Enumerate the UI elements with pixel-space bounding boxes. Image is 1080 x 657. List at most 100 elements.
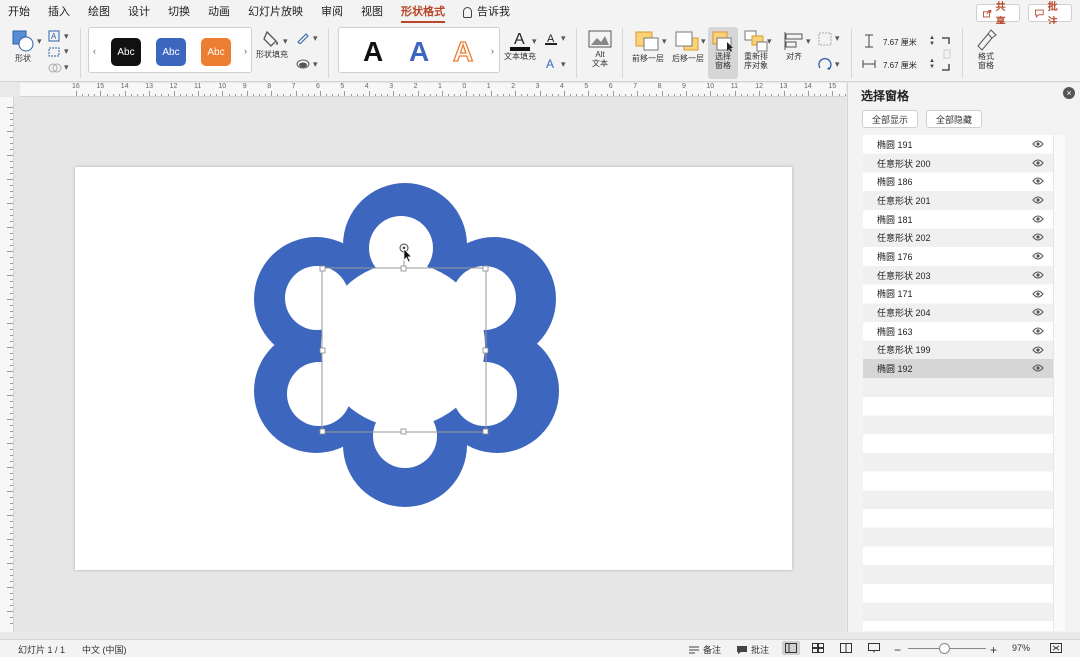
chevron-down-icon[interactable]: ▾ [835, 33, 840, 44]
resize-handle[interactable] [319, 428, 326, 435]
zoom-in-button[interactable]: + [990, 643, 997, 657]
menu-review[interactable]: 审阅 [321, 0, 343, 24]
menu-transitions[interactable]: 切换 [168, 0, 190, 24]
eye-icon[interactable] [1032, 196, 1044, 206]
tell-me[interactable]: 告诉我 [463, 0, 510, 24]
chevron-down-icon[interactable]: ▾ [64, 62, 69, 73]
text-outline-icon[interactable]: A [544, 32, 558, 46]
eye-icon[interactable] [1032, 327, 1044, 337]
chevron-down-icon[interactable]: ▾ [561, 59, 566, 70]
wordart-blue[interactable]: A [409, 36, 429, 68]
selection-list-item[interactable]: 任意形状 203 [863, 266, 1053, 285]
shape-dropdown-icon[interactable]: ▾ [37, 36, 42, 47]
selection-list-item[interactable]: 椭圆 163 [863, 322, 1053, 341]
chevron-down-icon[interactable]: ▾ [662, 36, 667, 47]
insert-shape-button[interactable]: 形状 [6, 28, 40, 63]
resize-handle[interactable] [400, 265, 407, 272]
chevron-down-icon[interactable]: ▾ [64, 46, 69, 57]
normal-view-button[interactable] [782, 641, 800, 655]
shape-style-black[interactable]: Abc [111, 38, 141, 66]
edit-text-icon[interactable]: A [48, 30, 62, 42]
chevron-down-icon[interactable]: ▾ [64, 31, 69, 42]
eye-icon[interactable] [1032, 290, 1044, 300]
alt-text-button[interactable]: Alt 文本 [583, 30, 617, 68]
gallery-next-icon[interactable]: › [244, 46, 247, 56]
hide-all-button[interactable]: 全部隐藏 [926, 110, 982, 128]
shape-style-orange[interactable]: Abc [201, 38, 231, 66]
show-all-button[interactable]: 全部显示 [862, 110, 918, 128]
reading-view-button[interactable] [840, 643, 852, 653]
menu-view[interactable]: 视图 [361, 0, 383, 24]
chevron-down-icon[interactable]: ▾ [767, 36, 772, 47]
lock-aspect-icon[interactable] [940, 36, 952, 72]
zoom-out-button[interactable]: − [894, 643, 901, 657]
eye-icon[interactable] [1032, 346, 1044, 356]
fit-slide-button[interactable] [1050, 643, 1062, 653]
close-icon[interactable]: × [1063, 87, 1075, 99]
chevron-down-icon[interactable]: ▾ [313, 59, 318, 70]
eye-icon[interactable] [1032, 140, 1044, 150]
gallery-prev-icon[interactable]: ‹ [93, 46, 96, 56]
cutout-center[interactable] [321, 263, 485, 427]
eye-icon[interactable] [1032, 252, 1044, 262]
menu-home[interactable]: 开始 [8, 0, 30, 24]
chevron-down-icon[interactable]: ▾ [701, 36, 706, 47]
eye-icon[interactable] [1032, 159, 1044, 169]
selection-list-item[interactable]: 椭圆 176 [863, 247, 1053, 266]
chevron-down-icon[interactable]: ▾ [561, 33, 566, 44]
notes-button[interactable]: 备注 [688, 643, 721, 656]
resize-handle[interactable] [482, 428, 489, 435]
selection-list-item[interactable]: 任意形状 202 [863, 228, 1053, 247]
selection-list-item[interactable]: 椭圆 192 [863, 359, 1053, 378]
eye-icon[interactable] [1032, 271, 1044, 281]
selection-list-item[interactable]: 任意形状 201 [863, 191, 1053, 210]
chevron-down-icon[interactable]: ▾ [835, 59, 840, 70]
chevron-down-icon[interactable]: ▾ [806, 36, 811, 47]
edit-shape-icon[interactable] [48, 46, 62, 58]
shape-outline-icon[interactable] [296, 32, 310, 44]
flower-shape-group[interactable] [75, 167, 792, 570]
menu-draw[interactable]: 绘图 [88, 0, 110, 24]
shape-effects-icon[interactable] [296, 58, 310, 70]
chevron-down-icon[interactable]: ▾ [283, 36, 288, 47]
slide[interactable] [75, 167, 792, 570]
selection-list-item[interactable]: 椭圆 181 [863, 210, 1053, 229]
eye-icon[interactable] [1032, 308, 1044, 318]
eye-icon[interactable] [1032, 233, 1044, 243]
share-button[interactable]: 共享 [976, 2, 1020, 28]
language-indicator[interactable]: 中文 (中国) [82, 643, 127, 656]
zoom-level[interactable]: 97% [1012, 643, 1030, 653]
menu-insert[interactable]: 插入 [48, 0, 70, 24]
resize-handle[interactable] [482, 347, 489, 354]
chevron-down-icon[interactable]: ▾ [313, 33, 318, 44]
slide-sorter-button[interactable] [812, 643, 824, 653]
format-pane-button[interactable]: 格式 窗格 [970, 28, 1002, 70]
selection-list-item[interactable]: 椭圆 171 [863, 285, 1053, 304]
height-stepper[interactable]: ▲ ▼ [929, 35, 936, 47]
selection-list-item[interactable]: 椭圆 191 [863, 135, 1053, 154]
selection-list-item[interactable]: 任意形状 199 [863, 341, 1053, 360]
comments-button[interactable]: 批注 [1028, 2, 1072, 28]
selection-list-item[interactable]: 任意形状 204 [863, 303, 1053, 322]
slideshow-button[interactable] [868, 643, 880, 653]
eye-icon[interactable] [1032, 177, 1044, 187]
rotate-icon[interactable] [818, 58, 832, 72]
resize-handle[interactable] [400, 428, 407, 435]
list-scrollbar[interactable] [1053, 135, 1065, 631]
status-comments-button[interactable]: 批注 [736, 643, 769, 656]
wordart-black[interactable]: A [363, 36, 383, 68]
menu-animations[interactable]: 动画 [208, 0, 230, 24]
resize-handle[interactable] [319, 265, 326, 272]
width-stepper[interactable]: ▲ ▼ [929, 58, 936, 70]
eye-icon[interactable] [1032, 364, 1044, 374]
zoom-slider-thumb[interactable] [939, 643, 950, 654]
selection-list-item[interactable]: 椭圆 186 [863, 172, 1053, 191]
eye-icon[interactable] [1032, 215, 1044, 225]
chevron-down-icon[interactable]: ▾ [532, 36, 537, 47]
menu-slideshow[interactable]: 幻灯片放映 [248, 0, 303, 24]
gallery-next-icon[interactable]: › [491, 46, 494, 56]
menu-design[interactable]: 设计 [128, 0, 150, 24]
merge-shapes-icon[interactable] [48, 62, 62, 74]
selection-pane-button[interactable]: 选择 窗格 [708, 27, 738, 79]
wordart-orange-outline[interactable]: A [452, 35, 474, 68]
